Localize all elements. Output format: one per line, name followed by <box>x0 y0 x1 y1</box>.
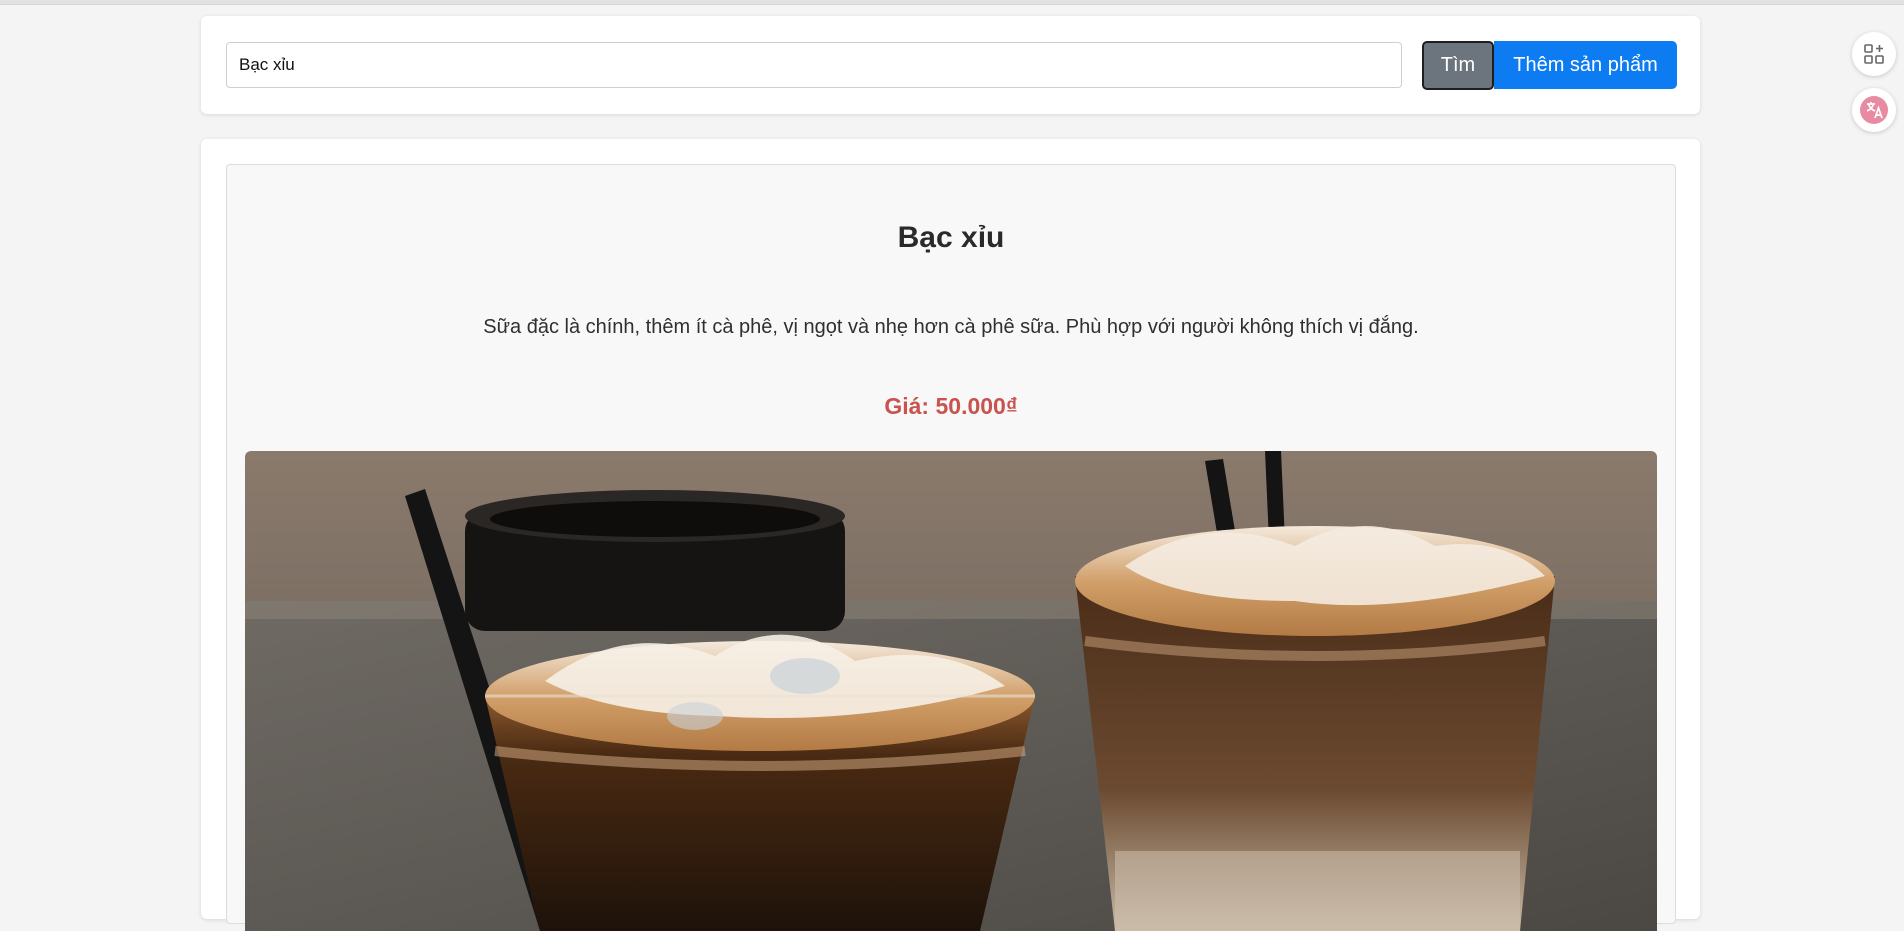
translate-icon <box>1860 96 1888 124</box>
find-button[interactable]: Tìm <box>1422 41 1494 90</box>
translate-button[interactable] <box>1852 88 1896 132</box>
add-product-button[interactable]: Thêm sản phẩm <box>1494 41 1677 89</box>
search-input[interactable] <box>226 42 1402 88</box>
product-list-container: Bạc xỉu Sữa đặc là chính, thêm ít cà phê… <box>201 139 1700 931</box>
apps-add-icon <box>1864 44 1884 64</box>
product-description: Sữa đặc là chính, thêm ít cà phê, vị ngọ… <box>483 316 1419 338</box>
apps-add-button[interactable] <box>1852 32 1896 76</box>
product-card: Bạc xỉu Sữa đặc là chính, thêm ít cà phê… <box>226 164 1676 931</box>
search-bar-card: Tìm Thêm sản phẩm <box>201 16 1700 114</box>
product-price: Giá: 50.000₫ <box>884 393 1018 419</box>
browser-top-border <box>0 0 1904 5</box>
product-name: Bạc xỉu <box>897 221 1005 254</box>
product-photo <box>245 451 1657 931</box>
